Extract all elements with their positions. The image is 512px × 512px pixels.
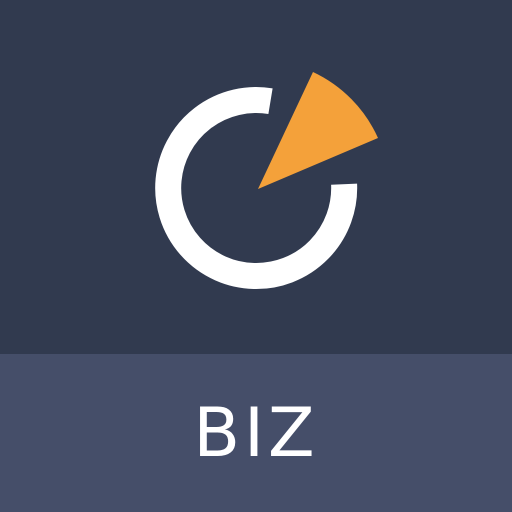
- app-label: BIZ: [193, 394, 319, 473]
- icon-top-panel: [0, 0, 512, 354]
- logo-slice: [258, 72, 378, 189]
- ring-with-orange-slice-icon: [155, 72, 378, 289]
- icon-bottom-panel: BIZ: [0, 354, 512, 512]
- app-icon[interactable]: BIZ: [0, 0, 512, 512]
